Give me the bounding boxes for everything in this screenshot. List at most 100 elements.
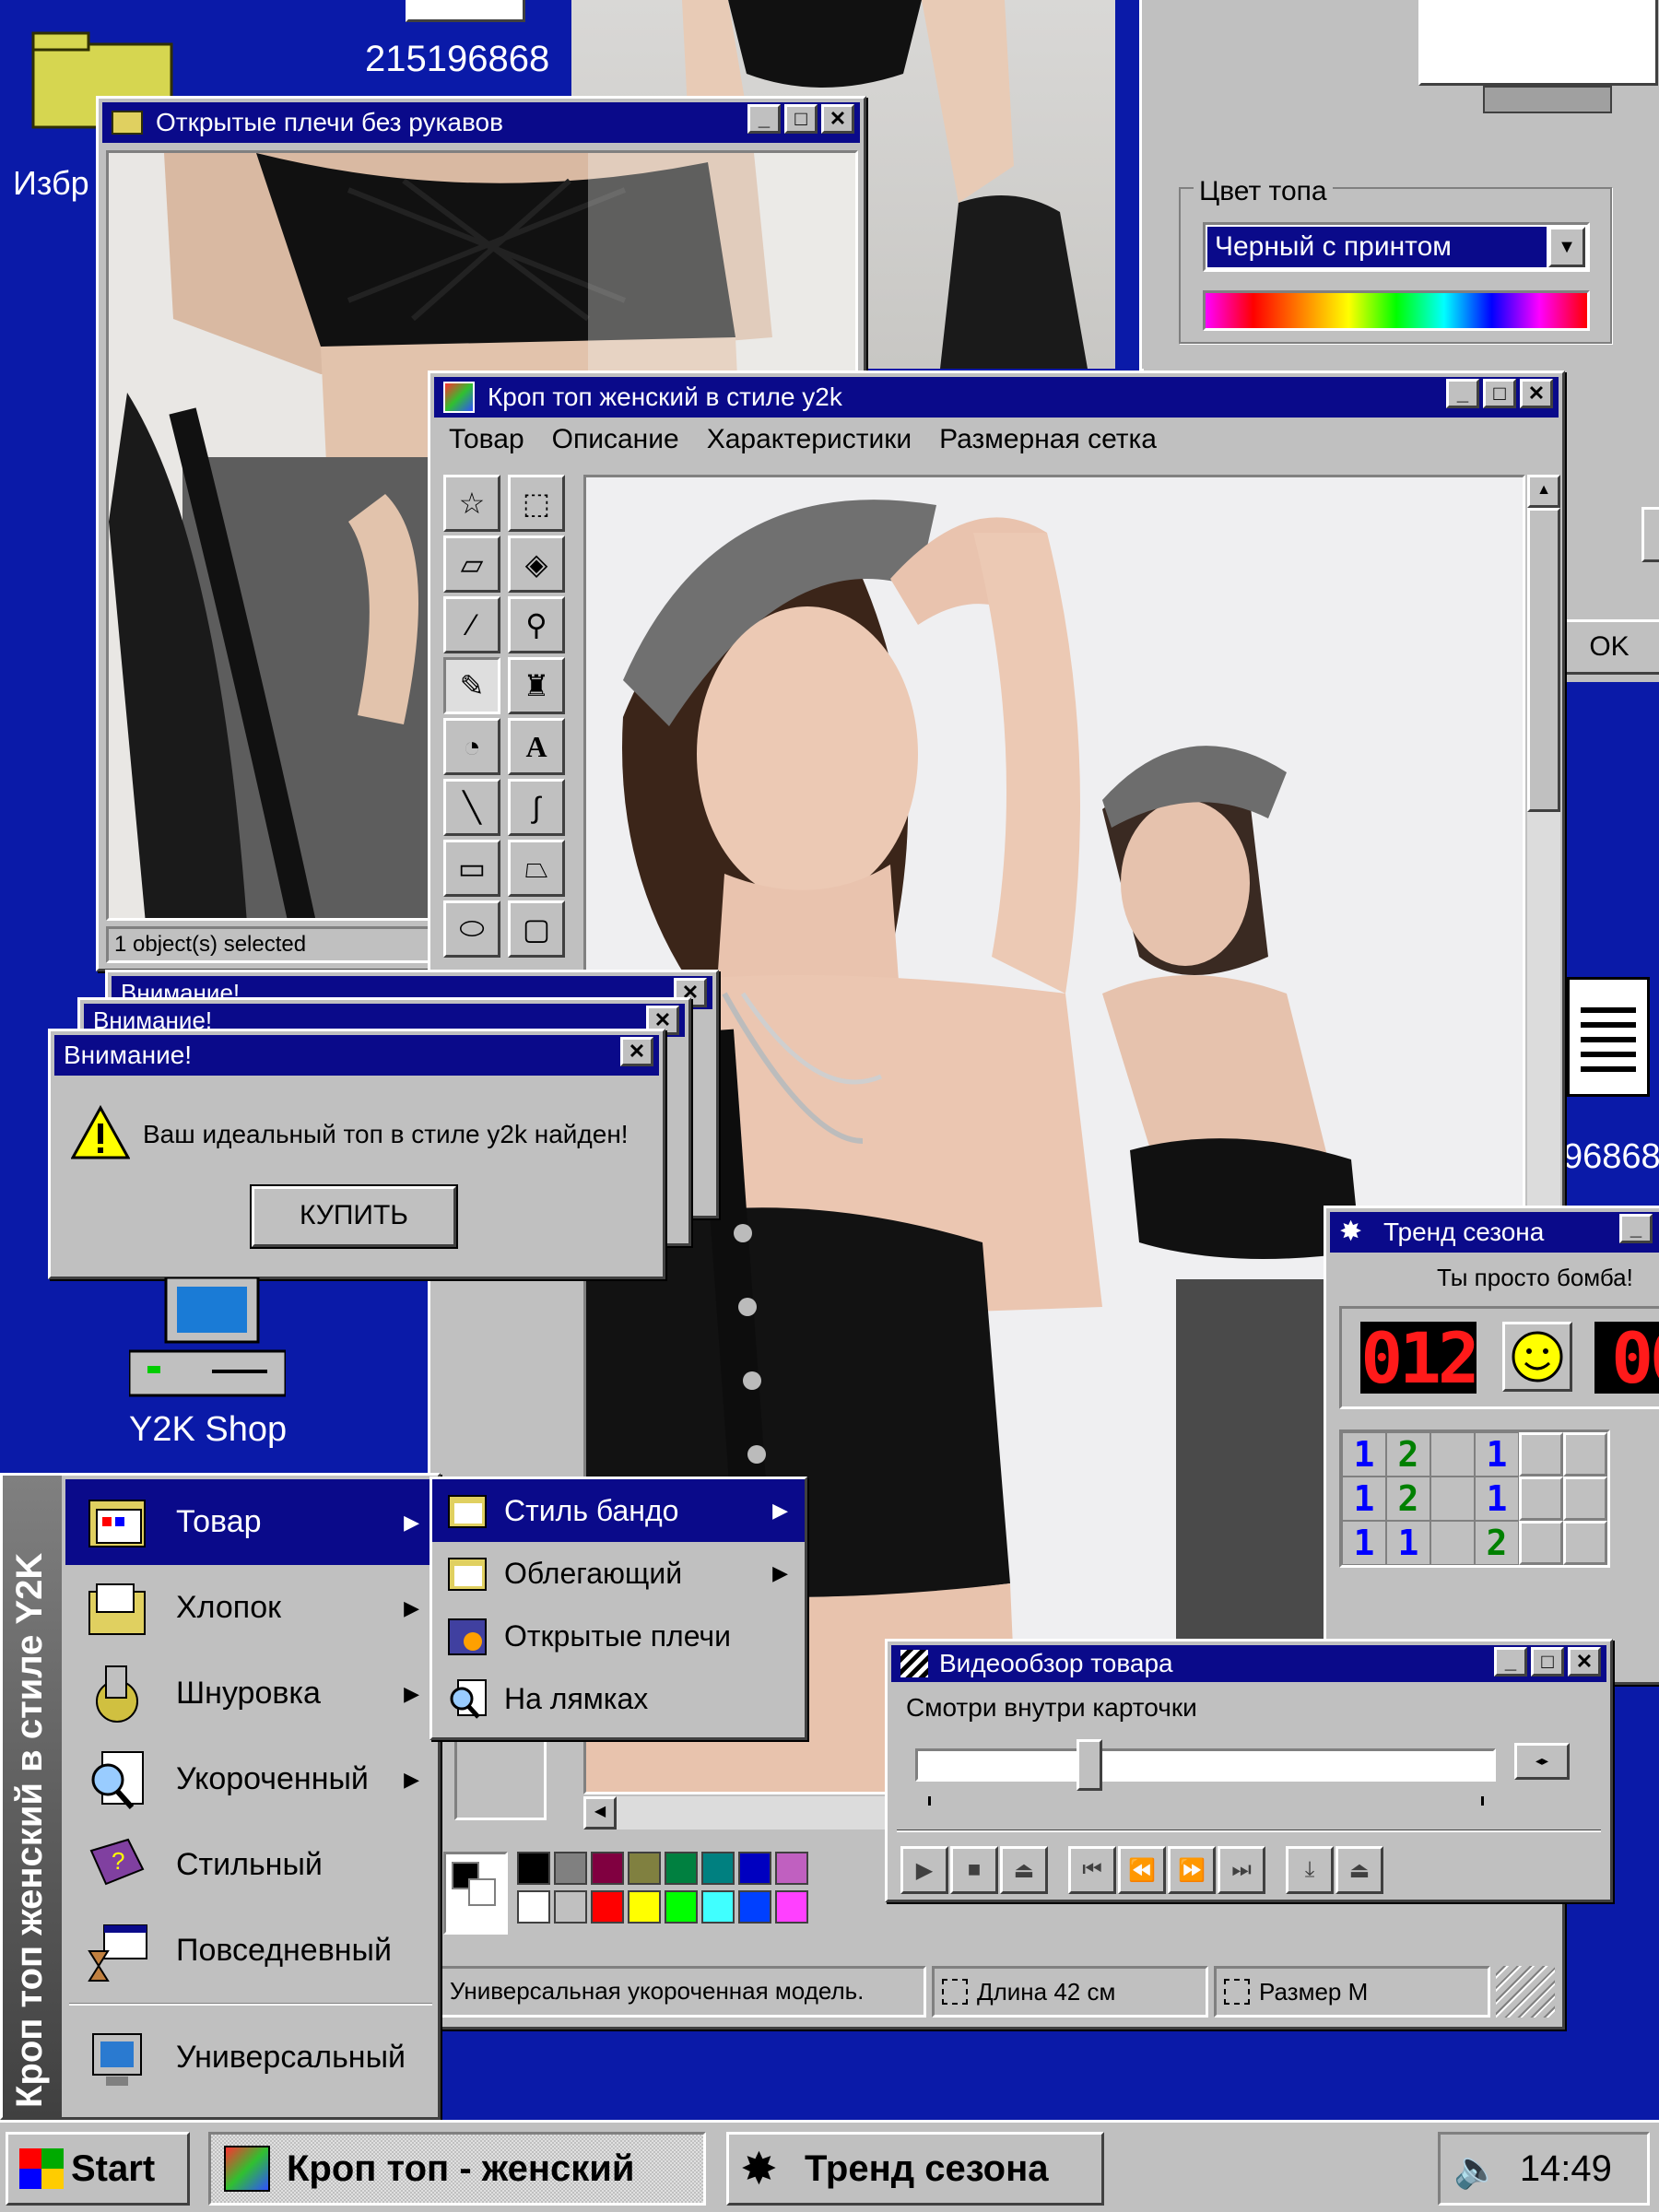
palette-swatch[interactable] — [738, 1890, 771, 1924]
close-icon[interactable]: ✕ — [821, 104, 854, 134]
mine-cell[interactable]: 1 — [1475, 1432, 1519, 1477]
mark-out-icon[interactable]: ⏏ — [1335, 1846, 1383, 1894]
computer-icon[interactable] — [127, 1276, 288, 1397]
menu-item-tovar[interactable]: Товар ▶ — [65, 1479, 436, 1565]
mine-cell[interactable]: 1 — [1342, 1477, 1386, 1521]
fast-forward-icon[interactable]: ⏩ — [1168, 1846, 1216, 1894]
palette-swatch[interactable] — [701, 1852, 735, 1885]
mine-cell[interactable] — [1519, 1432, 1563, 1477]
scroll-up-icon[interactable]: ▲ — [1527, 475, 1560, 508]
text-icon[interactable]: A — [508, 718, 565, 775]
magnifier-icon[interactable]: ⚲ — [508, 596, 565, 653]
menu-item-povsednevny[interactable]: Повседневный — [65, 1908, 436, 1994]
palette-swatch[interactable] — [665, 1890, 698, 1924]
panel-button[interactable] — [1641, 507, 1659, 562]
stop-icon[interactable]: ■ — [950, 1846, 998, 1894]
rectangle-icon[interactable]: ▭ — [443, 840, 500, 897]
menu-harakteristiki[interactable]: Характеристики — [707, 424, 912, 455]
menu-item-hlopok[interactable]: Хлопок ▶ — [65, 1565, 436, 1651]
mark-in-icon[interactable]: ⤓ — [1286, 1846, 1334, 1894]
buy-button[interactable]: КУПИТЬ — [250, 1184, 458, 1249]
task-button-main[interactable]: Кроп топ - женский — [208, 2132, 706, 2206]
minimize-icon[interactable]: _ — [1494, 1647, 1527, 1677]
eraser-icon[interactable]: ▱ — [443, 535, 500, 593]
eject-icon[interactable]: ⏏ — [1000, 1846, 1048, 1894]
shoulders-titlebar[interactable]: Открытые плечи без рукавов — [102, 102, 860, 143]
alert-titlebar[interactable]: Внимание! — [54, 1035, 659, 1076]
mine-cell[interactable] — [1563, 1477, 1607, 1521]
pencil-icon[interactable]: ✎ — [443, 657, 500, 714]
menu-item-ukorochenny[interactable]: Укороченный ▶ — [65, 1736, 436, 1822]
mine-cell[interactable] — [1519, 1521, 1563, 1565]
maximize-icon[interactable]: □ — [1483, 379, 1516, 408]
close-icon[interactable]: ✕ — [1520, 379, 1553, 408]
close-icon[interactable]: ✕ — [620, 1037, 653, 1066]
mine-cell[interactable]: 1 — [1475, 1477, 1519, 1521]
fill-icon[interactable]: ◈ — [508, 535, 565, 593]
smiley-button[interactable] — [1502, 1322, 1572, 1392]
chevron-down-icon[interactable]: ▼ — [1548, 227, 1585, 267]
menu-item-universalny[interactable]: Универсальный — [65, 2015, 436, 2100]
palette-swatch[interactable] — [701, 1890, 735, 1924]
video-track[interactable] — [915, 1748, 1496, 1782]
palette-swatch[interactable] — [738, 1852, 771, 1885]
color-select[interactable]: Черный с принтом ▼ — [1203, 222, 1590, 272]
palette-swatch[interactable] — [517, 1852, 550, 1885]
color-spectrum[interactable] — [1203, 290, 1590, 331]
task-button-trend[interactable]: ✸ Тренд сезона — [726, 2132, 1104, 2206]
eyedropper-icon[interactable]: ⁄ — [443, 596, 500, 653]
resize-grip-icon[interactable] — [1496, 1966, 1555, 2018]
palette-swatch[interactable] — [554, 1890, 587, 1924]
minimize-icon[interactable]: _ — [1619, 1214, 1653, 1243]
mine-cell[interactable] — [1430, 1477, 1475, 1521]
airbrush-icon[interactable]: ◔ — [443, 718, 500, 775]
mine-cell[interactable]: 1 — [1342, 1521, 1386, 1565]
mine-cell[interactable] — [1430, 1521, 1475, 1565]
line-icon[interactable]: ╲ — [443, 779, 500, 836]
scroll-thumb[interactable] — [1527, 508, 1560, 812]
minimize-icon[interactable]: _ — [1446, 379, 1479, 408]
maximize-icon[interactable]: □ — [1531, 1647, 1564, 1677]
video-slider-thumb[interactable] — [1077, 1739, 1102, 1791]
mine-cell[interactable]: 2 — [1386, 1477, 1430, 1521]
palette-swatch[interactable] — [775, 1852, 808, 1885]
palette-swatch[interactable] — [517, 1890, 550, 1924]
main-titlebar[interactable]: Кроп топ женский в стиле y2k — [434, 377, 1559, 418]
palette-swatch[interactable] — [628, 1852, 661, 1885]
skip-forward-icon[interactable]: ⏭ — [1218, 1846, 1265, 1894]
trend-titlebar[interactable]: ✸ Тренд сезона — [1330, 1212, 1659, 1253]
volume-stepper[interactable]: ◂▸ — [1514, 1743, 1570, 1780]
menu-opisanie[interactable]: Описание — [552, 424, 679, 455]
submenu-item-obtyagivayuschy[interactable]: Облегающий ▶ — [432, 1542, 805, 1605]
notepad-icon[interactable] — [1567, 977, 1650, 1097]
menu-item-shnurovka[interactable]: Шнуровка ▶ — [65, 1651, 436, 1736]
submenu-item-na-lyamkah[interactable]: На лямках — [432, 1667, 805, 1730]
mine-cell[interactable] — [1563, 1521, 1607, 1565]
scroll-left-icon[interactable]: ◀ — [583, 1796, 617, 1830]
ellipse-icon[interactable]: ⬭ — [443, 900, 500, 958]
mine-cell[interactable] — [1563, 1432, 1607, 1477]
mine-cell[interactable]: 2 — [1475, 1521, 1519, 1565]
palette-swatch[interactable] — [591, 1852, 624, 1885]
palette-swatch[interactable] — [591, 1890, 624, 1924]
mine-cell[interactable] — [1430, 1432, 1475, 1477]
maximize-icon[interactable]: □ — [784, 104, 818, 134]
curve-icon[interactable]: ∫ — [508, 779, 565, 836]
palette-swatch[interactable] — [775, 1890, 808, 1924]
rounded-rect-icon[interactable]: ▢ — [508, 900, 565, 958]
mine-cell[interactable]: 1 — [1386, 1521, 1430, 1565]
mine-cell[interactable]: 2 — [1386, 1432, 1430, 1477]
start-button[interactable]: Start — [6, 2132, 190, 2206]
rewind-icon[interactable]: ⏪ — [1118, 1846, 1166, 1894]
submenu-item-otkrytye-plechi[interactable]: Открытые плечи — [432, 1605, 805, 1667]
palette-swatch[interactable] — [628, 1890, 661, 1924]
speaker-icon[interactable]: 🔈 — [1453, 2147, 1500, 2191]
ok-button[interactable]: OK — [1549, 619, 1659, 675]
menu-item-stilny[interactable]: ? Стильный — [65, 1822, 436, 1908]
brush-icon[interactable]: ♜ — [508, 657, 565, 714]
close-icon[interactable]: ✕ — [1568, 1647, 1601, 1677]
submenu-item-bando[interactable]: Стиль бандо ▶ — [432, 1479, 805, 1542]
rect-select-icon[interactable]: ⬚ — [508, 475, 565, 532]
mine-cell[interactable]: 1 — [1342, 1432, 1386, 1477]
minimize-icon[interactable]: _ — [747, 104, 781, 134]
